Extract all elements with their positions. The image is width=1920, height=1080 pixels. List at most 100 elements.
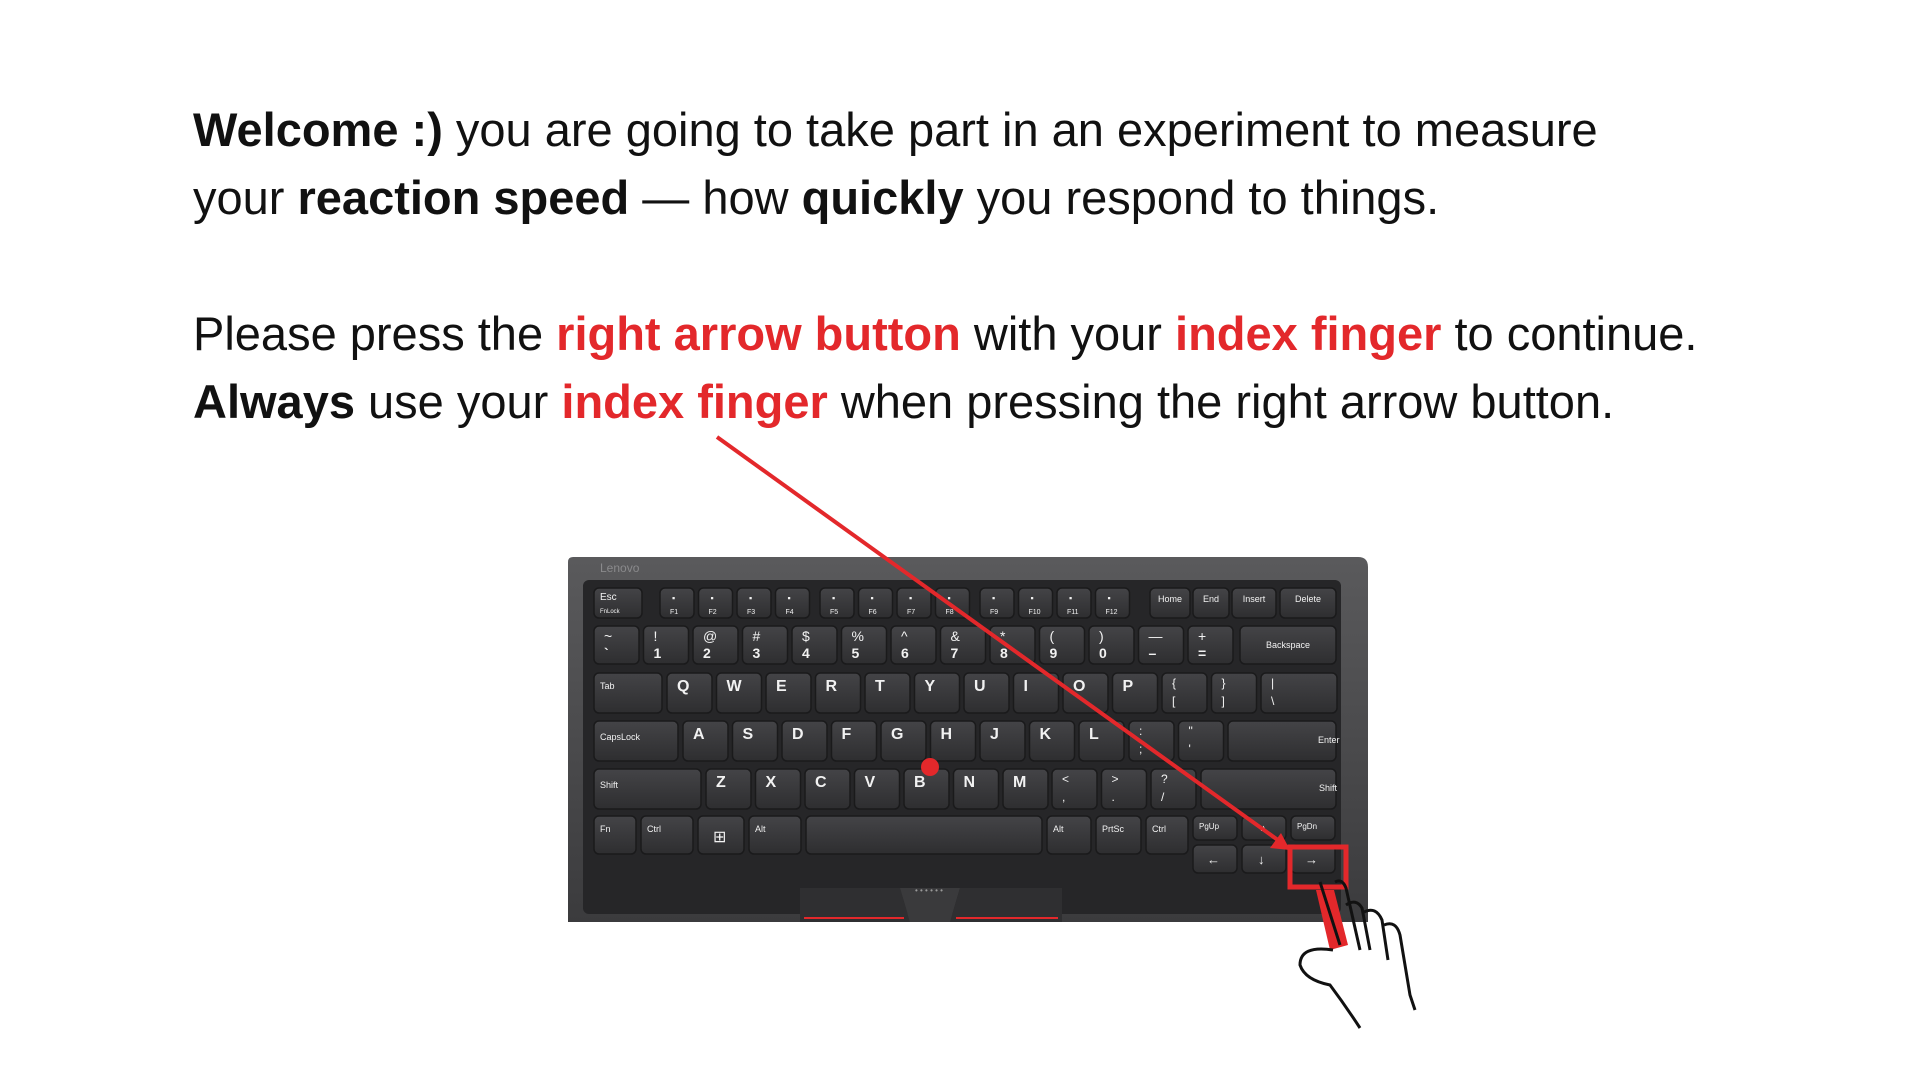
key-label: 2 [703,645,711,661]
key-label: F6 [869,609,877,616]
key-n[interactable]: N [952,768,1000,810]
key-m[interactable]: M [1002,768,1049,810]
key-num-0[interactable]: ~` [593,625,640,665]
key-prtsc[interactable]: PrtSc [1095,815,1142,855]
key-sym-z-1[interactable]: >. [1100,768,1148,810]
key-num-4[interactable]: $4 [791,625,838,665]
key-arrow-down[interactable]: ↓ [1241,844,1287,874]
key-delete[interactable]: Delete [1279,587,1337,619]
key-pgdn[interactable]: PgDn [1290,815,1336,841]
key-z[interactable]: Z [705,768,752,810]
key-alt-left[interactable]: Alt [748,815,802,855]
key-label: < [1062,772,1069,786]
key-alt-right[interactable]: Alt [1046,815,1092,855]
key-home[interactable]: Home [1149,587,1191,619]
key-sym-q-2[interactable]: |\ [1260,672,1338,714]
key-label: A [693,726,705,743]
key-d[interactable]: D [781,720,828,762]
key-f9[interactable]: ▪ F9 [979,587,1015,619]
key-backspace[interactable]: Backspace [1239,625,1337,665]
key-r[interactable]: R [814,672,862,714]
key-w[interactable]: W [715,672,763,714]
key-f3[interactable]: ▪ F3 [736,587,772,619]
key-end[interactable]: End [1192,587,1230,619]
key-label: : [1139,724,1142,738]
key-f5[interactable]: ▪ F5 [819,587,855,619]
key-p[interactable]: P [1111,672,1159,714]
key-f6[interactable]: ▪ F6 [857,587,894,619]
key-q[interactable]: Q [666,672,713,714]
key-space[interactable] [805,815,1043,855]
key-label: Esc [600,592,617,603]
mouse-buttons: • • • • • • [800,886,1062,922]
key-c[interactable]: C [804,768,851,810]
key-num-10[interactable]: )0 [1088,625,1135,665]
key-label: ? [1161,772,1168,786]
key-f7[interactable]: ▪ F7 [896,587,932,619]
key-u[interactable]: U [963,672,1010,714]
dots-glyph: • • • • • • [915,886,943,895]
key-f11[interactable]: ▪ F11 [1056,587,1092,619]
key-windows[interactable]: ⊞ [697,815,745,855]
key-label: D [792,726,804,743]
key-label: ` [604,645,609,661]
key-num-5[interactable]: %5 [840,625,888,665]
key-f2[interactable]: ▪ F2 [697,587,734,619]
key-label: Ctrl [647,824,661,834]
key-f4[interactable]: ▪ F4 [774,587,811,619]
key-e[interactable]: E [765,672,812,714]
key-num-12[interactable]: += [1187,625,1234,665]
key-f[interactable]: F [830,720,878,762]
key-shift-right[interactable]: Shift [1200,768,1338,810]
key-label: Insert [1243,594,1266,604]
key-num-7[interactable]: &7 [939,625,987,665]
key-insert[interactable]: Insert [1231,587,1277,619]
key-sym-q-0[interactable]: {[ [1161,672,1208,714]
key-s[interactable]: S [731,720,779,762]
key-f12[interactable]: ▪ F12 [1094,587,1131,619]
key-a[interactable]: A [682,720,729,762]
key-label: ' [1189,742,1191,756]
key-tab[interactable]: Tab [593,672,663,714]
key-sym-q-1[interactable]: }] [1210,672,1258,714]
key-o[interactable]: O [1062,672,1109,714]
key-ctrl-right[interactable]: Ctrl [1145,815,1189,855]
key-sym-a-0[interactable]: :; [1128,720,1175,762]
key-k[interactable]: K [1028,720,1076,762]
key-num-11[interactable]: —– [1137,625,1185,665]
key-arrow-left[interactable]: ← [1192,844,1238,874]
key-enter[interactable]: Enter [1227,720,1340,762]
key-t[interactable]: T [864,672,911,714]
key-y[interactable]: Y [913,672,961,714]
key-num-1[interactable]: !1 [642,625,690,665]
key-sym-a-1[interactable]: "' [1177,720,1225,762]
right-mouse-button[interactable] [950,888,1062,922]
key-sym-z-0[interactable]: <, [1051,768,1098,810]
key-ctrl-left[interactable]: Ctrl [640,815,694,855]
left-mouse-button[interactable] [800,888,910,922]
key-num-2[interactable]: @2 [692,625,739,665]
key-j[interactable]: J [979,720,1026,762]
key-label: F9 [990,609,998,616]
key-f1[interactable]: ▪ F1 [659,587,695,619]
key-pgup[interactable]: PgUp [1192,815,1238,841]
key-num-6[interactable]: ^6 [890,625,937,665]
key-fn[interactable]: Fn [593,815,637,855]
key-x[interactable]: X [754,768,802,810]
key-label: Y [925,678,936,695]
key-label: ! [654,628,658,644]
key-f10[interactable]: ▪ F10 [1017,587,1054,619]
key-capslock[interactable]: CapsLock [593,720,679,762]
key-label: ▪ [1069,593,1072,603]
key-v[interactable]: V [853,768,901,810]
key-label: E [776,678,787,695]
key-label: ▪ [711,593,714,603]
key-shift-left[interactable]: Shift [593,768,702,810]
key-label: ▪ [788,593,791,603]
key-g[interactable]: G [880,720,927,762]
trackpoint-nub[interactable] [921,758,939,776]
key-num-9[interactable]: (9 [1038,625,1086,665]
key-esc[interactable]: Esc FnLock [593,587,643,619]
key-num-3[interactable]: #3 [741,625,789,665]
key-h[interactable]: H [929,720,977,762]
